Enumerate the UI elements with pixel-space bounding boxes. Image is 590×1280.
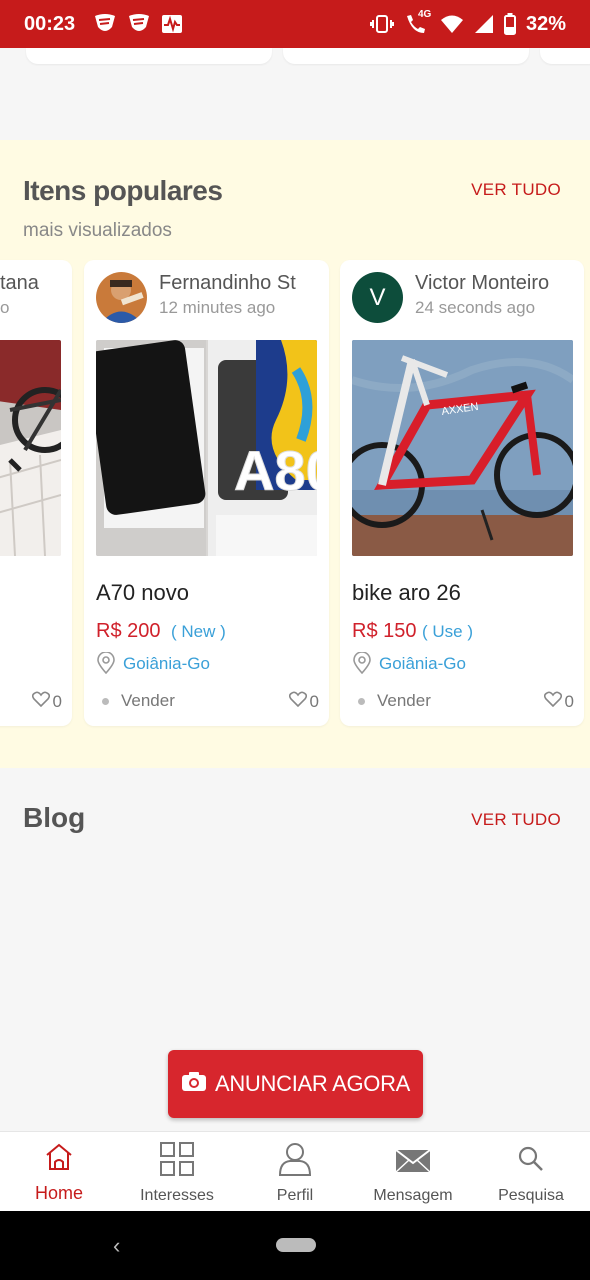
nav-messages[interactable]: Mensagem <box>354 1132 472 1211</box>
section-title: Itens populares <box>23 175 223 206</box>
battery-icon <box>503 13 516 35</box>
announce-now-button[interactable]: ANUNCIAR AGORA <box>168 1050 423 1118</box>
app-screen: 00:23 4G 32% Itens populares mais visual… <box>0 0 590 1280</box>
location-pin-icon <box>96 651 116 679</box>
card-user-name: tana <box>0 272 39 294</box>
card-time: o <box>0 298 10 317</box>
bottom-navigation: Home Interesses Perfil Mensagem Pesquisa <box>0 1131 590 1211</box>
announce-now-label: ANUNCIAR AGORA <box>214 1071 411 1096</box>
product-price: R$ 150 <box>352 620 417 642</box>
mail-icon <box>395 1142 431 1181</box>
likes-count: 0 <box>564 691 574 711</box>
product-photo[interactable]: AXXEN <box>352 340 573 556</box>
home-icon <box>44 1142 74 1177</box>
sale-type: Vender <box>121 691 175 710</box>
vibrate-icon <box>369 14 394 34</box>
nav-search[interactable]: Pesquisa <box>472 1132 590 1211</box>
section-subtitle: mais visualizados <box>23 220 172 241</box>
status-bar: 00:23 4G 32% <box>0 0 590 48</box>
card-remnant[interactable] <box>26 48 272 64</box>
nav-search-label: Pesquisa <box>498 1187 564 1204</box>
shield-icon <box>127 13 151 35</box>
card-remnant[interactable] <box>540 48 590 64</box>
blog-title: Blog <box>23 802 86 833</box>
system-navigation-bar: ‹ <box>0 1211 590 1280</box>
nav-messages-label: Mensagem <box>373 1187 453 1204</box>
location-pin-icon <box>352 651 372 679</box>
battery-percent: 32% <box>525 12 566 35</box>
likes-counter[interactable]: 0 <box>288 691 319 712</box>
wifi-icon <box>440 14 464 34</box>
sale-type: Vender <box>377 691 431 710</box>
heart-icon[interactable] <box>288 691 307 712</box>
card-remnant[interactable] <box>283 48 529 64</box>
nav-interests-label: Interesses <box>140 1187 214 1204</box>
likes-counter[interactable]: 0 <box>31 691 62 712</box>
activity-icon <box>161 14 183 34</box>
search-icon <box>516 1142 546 1181</box>
nav-home-label: Home <box>34 1183 83 1203</box>
nav-home[interactable]: Home <box>0 1132 118 1211</box>
network-type: 4G <box>417 9 432 20</box>
product-title[interactable]: bike aro 26 <box>352 580 461 606</box>
product-title[interactable]: A70 novo <box>96 580 189 606</box>
product-photo[interactable]: A80 <box>96 340 317 556</box>
user-icon <box>278 1142 312 1181</box>
avatar[interactable] <box>96 272 147 323</box>
avatar[interactable]: V <box>352 272 403 323</box>
likes-counter[interactable]: 0 <box>543 691 574 712</box>
call-icon: 4G <box>404 9 431 35</box>
product-condition: ( New ) <box>171 622 226 641</box>
nav-interests[interactable]: Interesses <box>118 1132 236 1211</box>
avatar-letter: V <box>369 283 386 311</box>
svg-text:A80: A80 <box>234 439 317 502</box>
bullet-dot <box>102 698 109 705</box>
previous-section-cards <box>0 48 590 68</box>
card-user-name: Fernandinho St <box>159 272 296 294</box>
popular-section: Itens populares mais visualizados VER TU… <box>0 140 590 768</box>
heart-icon[interactable] <box>31 691 50 712</box>
home-pill[interactable] <box>276 1238 316 1252</box>
bullet-dot <box>358 698 365 705</box>
product-price: R$ 200 <box>96 620 161 642</box>
nav-profile[interactable]: Perfil <box>236 1132 354 1211</box>
likes-count: 0 <box>52 691 62 711</box>
product-photo[interactable] <box>0 340 61 556</box>
heart-icon[interactable] <box>543 691 562 712</box>
see-all-link[interactable]: VER TUDO <box>471 180 561 200</box>
card-user-name: Victor Monteiro <box>415 272 550 294</box>
product-card[interactable]: V Victor Monteiro 24 seconds ago AXXEN b… <box>340 260 584 726</box>
nav-profile-label: Perfil <box>276 1187 314 1204</box>
card-time: 24 seconds ago <box>415 298 536 317</box>
status-time: 00:23 <box>24 12 76 35</box>
product-card[interactable]: tana o 0 <box>0 260 72 726</box>
grid-icon <box>160 1142 194 1181</box>
product-location[interactable]: Goiânia-Go <box>123 654 210 674</box>
product-location[interactable]: Goiânia-Go <box>379 654 466 674</box>
card-time: 12 minutes ago <box>159 298 276 317</box>
blog-see-all-link[interactable]: VER TUDO <box>471 810 561 830</box>
back-icon[interactable]: ‹ <box>113 1233 120 1259</box>
signal-icon <box>474 14 494 34</box>
product-condition: ( Use ) <box>422 622 473 641</box>
shield-icon <box>93 13 117 35</box>
product-card[interactable]: Fernandinho St 12 minutes ago A80 A7 <box>84 260 329 726</box>
likes-count: 0 <box>309 691 319 711</box>
camera-icon <box>181 1070 207 1098</box>
